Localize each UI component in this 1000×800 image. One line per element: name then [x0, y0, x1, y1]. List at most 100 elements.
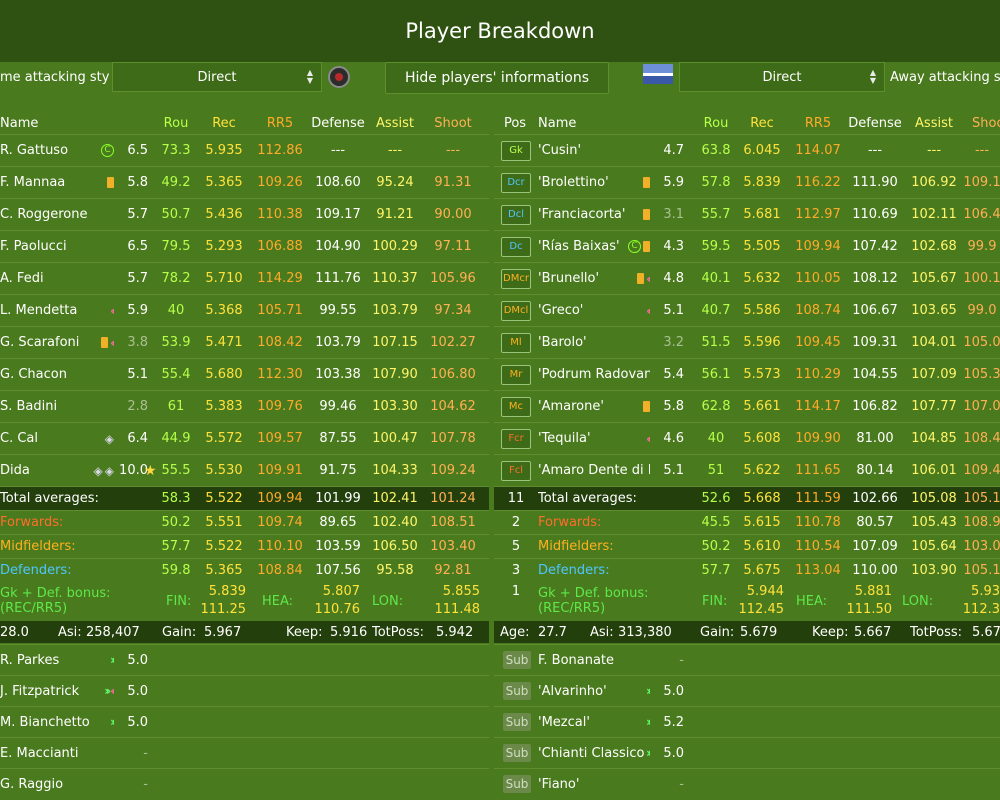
yellow-card-icon	[107, 177, 114, 188]
hide-players-info-button[interactable]: Hide players' informations	[385, 62, 609, 94]
fin-label: FIN:	[702, 593, 728, 609]
player-form: 4.6	[663, 431, 684, 446]
hea-rec: 5.807	[322, 584, 360, 599]
player-form: 5.9	[127, 303, 148, 318]
stat-ast: ---	[926, 143, 942, 158]
player-icons: ◈ ◈	[86, 455, 114, 486]
sub-tag-cell: Sub	[500, 676, 534, 706]
summary-ast: 106.50	[372, 539, 418, 554]
sub-name[interactable]: E. Maccianti	[0, 738, 92, 768]
player-name[interactable]: Dida	[0, 455, 94, 486]
fin-rec: 5.944	[746, 584, 784, 599]
header-rr5[interactable]: RR5	[790, 112, 846, 134]
summary-rr5: 113.04	[795, 563, 841, 578]
header-name[interactable]: Name	[538, 112, 658, 134]
header-rec[interactable]: Rec	[738, 112, 786, 134]
player-name[interactable]: C. Cal	[0, 423, 94, 454]
player-form: 3.2	[663, 335, 684, 350]
header-rou[interactable]: Rou	[692, 112, 740, 134]
stat-rr5: 109.45	[795, 335, 841, 350]
player-name[interactable]: G. Scarafoni	[0, 327, 94, 358]
player-form: 3.1	[663, 207, 684, 222]
totposs-label: TotPoss:	[910, 624, 963, 640]
stat-sho: 109.24	[430, 463, 476, 478]
summary-row: 2 Forwards: 45.5 5.615 110.78 80.57 105.43 108.…	[494, 510, 1000, 534]
sub-name[interactable]: J. Fitzpatrick	[0, 676, 92, 706]
header-assist[interactable]: Assist	[904, 112, 964, 134]
fin-values: 5.839 111.25	[200, 582, 247, 620]
stat-sho: ---	[974, 143, 990, 158]
bonus-row: Gk + Def. bonus: (REC/RR5) FIN: 5.839 111.25…	[0, 582, 489, 620]
gain-value: 5.679	[740, 624, 778, 640]
home-team-badge-icon[interactable]	[328, 66, 350, 88]
player-icons: ‹‹	[620, 423, 650, 454]
player-name[interactable]: S. Badini	[0, 391, 94, 422]
header-rr5[interactable]: RR5	[250, 112, 310, 134]
hea-values: 5.807 110.76	[300, 582, 361, 620]
player-name[interactable]: G. Chacon	[0, 359, 94, 390]
sub-name[interactable]: R. Parkes	[0, 645, 92, 675]
stat-ast: 102.11	[911, 207, 957, 222]
position-tag: Gk	[501, 140, 531, 161]
stat-ast: 107.90	[372, 367, 418, 382]
stat-sho: 109.4	[964, 463, 1000, 478]
summary-sho: 108.51	[430, 515, 476, 530]
totposs-value: 5.67	[972, 624, 1000, 640]
stat-ast: 103.30	[372, 399, 418, 414]
player-name[interactable]: A. Fedi	[0, 263, 94, 294]
stat-rec: 5.596	[743, 335, 781, 350]
summary-rec: 5.610	[743, 539, 781, 554]
header-rou[interactable]: Rou	[152, 112, 200, 134]
away-team-badge-icon[interactable]	[643, 64, 673, 84]
player-name[interactable]: R. Gattuso	[0, 135, 94, 166]
table-row: Dcl 'Franciacorta' 3.1 55.7 5.681 112.97 110.6…	[494, 198, 1000, 230]
stat-sho: 97.34	[434, 303, 472, 318]
header-rec[interactable]: Rec	[200, 112, 248, 134]
stat-rec: 5.573	[743, 367, 781, 382]
sub-form: 5.0	[127, 683, 148, 699]
stat-ast: 100.47	[372, 431, 418, 446]
player-icons: C	[620, 231, 650, 262]
stat-rr5: 110.38	[257, 207, 303, 222]
away-attacking-style-value: Direct	[762, 69, 802, 85]
summary-def: 80.57	[856, 515, 894, 530]
asi-value: 258,407	[86, 624, 140, 640]
summary-def: 103.59	[315, 539, 361, 554]
player-name[interactable]: F. Mannaa	[0, 167, 94, 198]
captain-icon: C	[101, 144, 114, 157]
sub-name[interactable]: G. Raggio	[0, 769, 92, 799]
stat-rou: 55.5	[161, 463, 191, 478]
sub-name[interactable]: M. Bianchetto	[0, 707, 92, 737]
totposs-value: 5.942	[436, 624, 474, 640]
injury-icon: ◈	[104, 463, 114, 478]
header-defense[interactable]: Defense	[308, 112, 368, 134]
sub-icons	[84, 769, 114, 799]
stat-ast: 95.24	[376, 175, 414, 190]
home-attacking-style-select[interactable]: Direct ▲ ▼	[112, 62, 322, 92]
player-name[interactable]: C. Roggerone	[0, 199, 94, 230]
player-name[interactable]: F. Paolucci	[0, 231, 94, 262]
player-form: 6.5	[127, 239, 148, 254]
summary-label: Midfielders:	[538, 539, 614, 554]
header-shoot[interactable]: Shoot	[424, 112, 482, 134]
table-row: F. Paolucci 6.5 79.5 5.293 106.88 104.90 100.2…	[0, 230, 489, 262]
stat-def: 99.55	[319, 303, 357, 318]
stat-ast: 105.67	[911, 271, 957, 286]
stat-sho: ---	[445, 143, 461, 158]
sub-tag-cell: Sub	[500, 707, 534, 737]
header-pos[interactable]: Pos	[494, 112, 536, 134]
player-name[interactable]: L. Mendetta	[0, 295, 94, 326]
summary-rou: 50.2	[161, 515, 191, 530]
player-form: 4.8	[663, 271, 684, 286]
away-attacking-style-select[interactable]: Direct ▲ ▼	[679, 62, 885, 92]
header-name[interactable]: Name	[0, 112, 100, 134]
header-shoot[interactable]: Shoo	[972, 112, 1000, 134]
header-assist[interactable]: Assist	[366, 112, 424, 134]
header-defense[interactable]: Defense	[844, 112, 906, 134]
summary-row: Defenders: 59.8 5.365 108.84 107.56 95.58 92.8…	[0, 558, 489, 582]
stat-def: 99.46	[319, 399, 357, 414]
age-label: Age:	[500, 624, 530, 640]
summary-def: 101.99	[315, 491, 361, 506]
summary-rou: 58.3	[161, 491, 191, 506]
player-icons	[620, 199, 650, 230]
